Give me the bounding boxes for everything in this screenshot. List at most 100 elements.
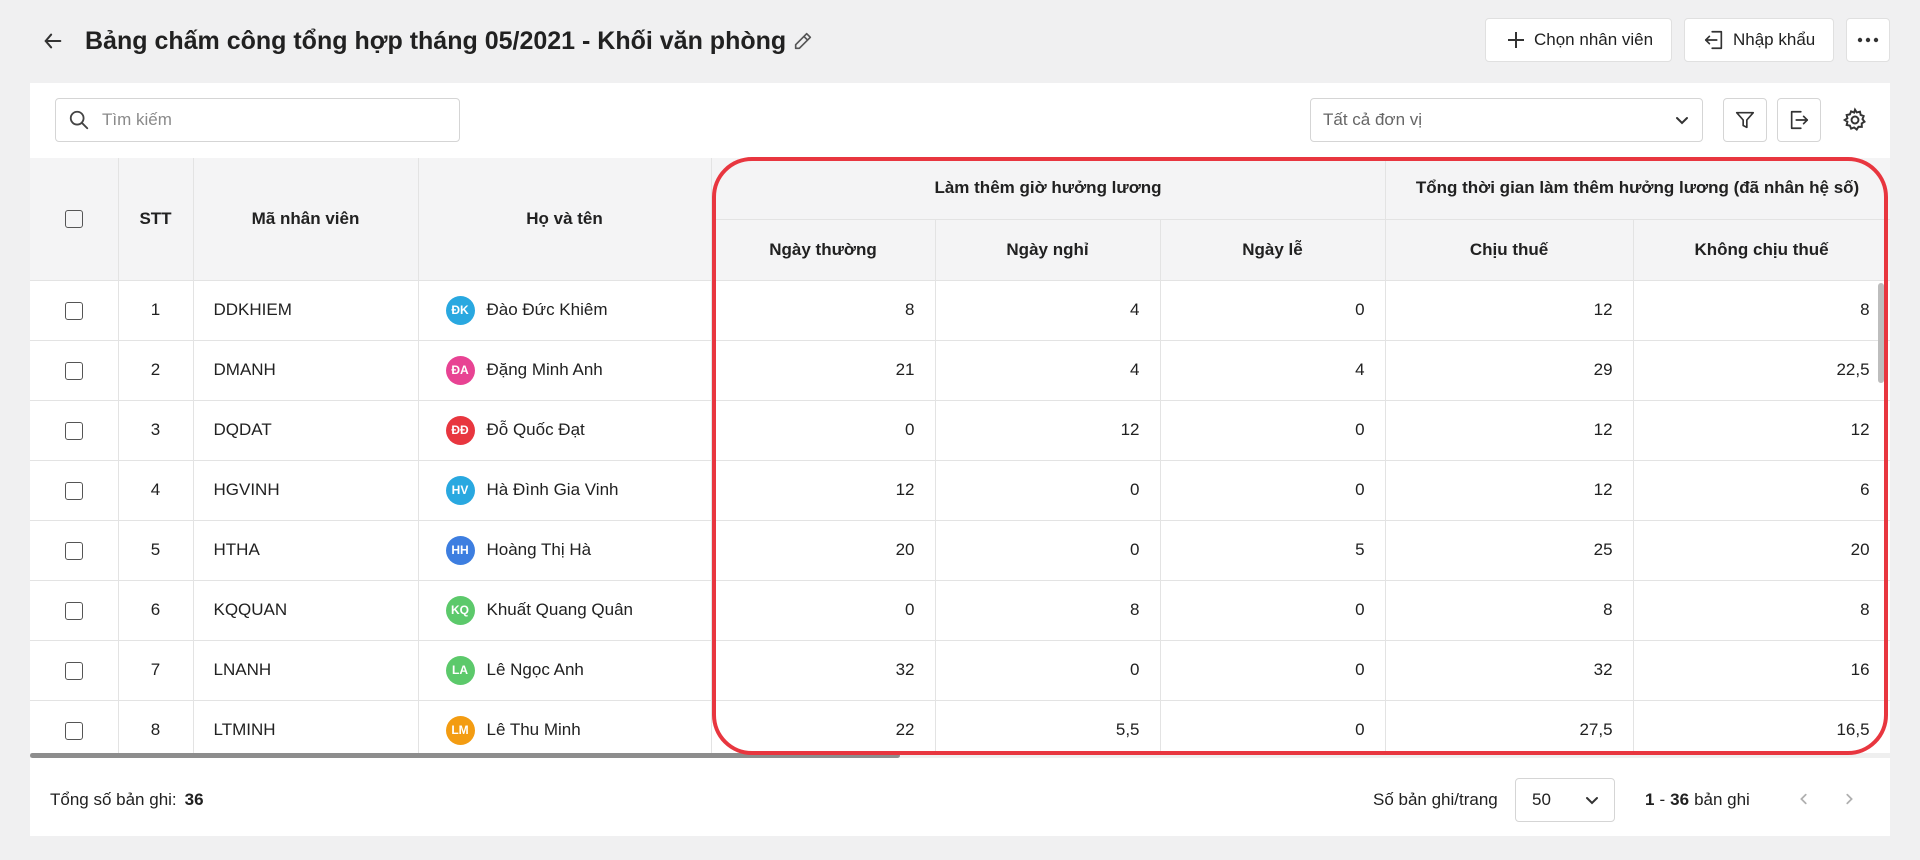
edit-title-button[interactable]	[790, 28, 816, 54]
avatar: LA	[445, 655, 475, 685]
table-row[interactable]: 4 HGVINH HV Hà Đình Gia Vinh 12 0 0 12 6	[30, 460, 1890, 521]
table-row[interactable]: 7 LNANH LA Lê Ngọc Anh 32 0 0 32 16	[30, 640, 1890, 701]
employee-name: Đào Đức Khiêm	[486, 300, 608, 319]
search-input[interactable]	[100, 109, 434, 131]
row-checkbox[interactable]	[64, 541, 83, 560]
pagination-footer: Tổng số bản ghi: 36 Số bản ghi/trang 50 …	[30, 763, 1890, 836]
row-checkbox[interactable]	[64, 421, 83, 440]
dayoff-cell: 0	[935, 520, 1161, 581]
horizontal-scrollbar[interactable]	[30, 753, 1890, 758]
col-header-taxable[interactable]: Chịu thuế	[1385, 219, 1634, 281]
employee-code-cell: HTHA	[193, 520, 419, 581]
employee-name: Đặng Minh Anh	[486, 360, 603, 379]
table-row[interactable]: 1 DDKHIEM ĐK Đào Đức Khiêm 8 4 0 12 8	[30, 280, 1890, 341]
filter-button[interactable]	[1723, 98, 1767, 142]
holiday-cell: 5	[1160, 520, 1386, 581]
select-all-header	[30, 158, 119, 281]
dayoff-cell: 0	[935, 640, 1161, 701]
vertical-scrollbar-thumb[interactable]	[1878, 283, 1884, 383]
pencil-icon	[794, 32, 812, 50]
import-label: Nhập khẩu	[1733, 30, 1816, 49]
weekday-cell: 32	[711, 640, 936, 701]
col-header-code[interactable]: Mã nhân viên	[193, 158, 419, 281]
back-button[interactable]	[38, 26, 68, 56]
search-box[interactable]	[55, 98, 460, 142]
holiday-cell: 0	[1160, 640, 1386, 701]
stt-cell: 2	[118, 340, 194, 401]
arrow-left-icon	[44, 33, 62, 49]
row-checkbox[interactable]	[64, 601, 83, 620]
choose-employee-label: Chọn nhân viên	[1534, 30, 1654, 49]
per-page-value: 50	[1532, 790, 1551, 809]
settings-button[interactable]	[1835, 100, 1875, 140]
per-page-label: Số bản ghi/trang	[1373, 789, 1498, 809]
row-checkbox[interactable]	[64, 361, 83, 380]
select-all-checkbox[interactable]	[64, 210, 83, 229]
col-header-stt[interactable]: STT	[118, 158, 194, 281]
employee-name: Hoàng Thị Hà	[486, 540, 592, 559]
prev-page-button[interactable]	[1790, 785, 1818, 813]
avatar: KQ	[445, 595, 475, 625]
col-header-dayoff[interactable]: Ngày nghỉ	[935, 219, 1161, 281]
choose-employee-button[interactable]: Chọn nhân viên	[1485, 18, 1672, 62]
weekday-cell: 0	[711, 400, 936, 461]
export-icon	[1790, 110, 1809, 130]
row-select-cell	[30, 340, 119, 401]
filter-icon	[1735, 111, 1755, 129]
table-row[interactable]: 5 HTHA HH Hoàng Thị Hà 20 0 5 25 20	[30, 520, 1890, 581]
range-start: 1	[1645, 789, 1655, 809]
taxable-cell: 25	[1385, 520, 1634, 581]
chevron-down-icon	[1586, 797, 1598, 805]
stt-cell: 5	[118, 520, 194, 581]
horizontal-scrollbar-thumb[interactable]	[30, 753, 900, 758]
row-select-cell	[30, 400, 119, 461]
taxable-cell: 27,5	[1385, 700, 1634, 756]
employee-code-cell: DMANH	[193, 340, 419, 401]
timesheet-grid: STT Mã nhân viên Họ và tên Làm thêm giờ …	[30, 158, 1890, 756]
next-page-button[interactable]	[1835, 785, 1863, 813]
col-header-holiday[interactable]: Ngày lễ	[1160, 219, 1386, 281]
employee-name: Hà Đình Gia Vinh	[486, 480, 619, 499]
weekday-cell: 20	[711, 520, 936, 581]
employee-name: Đỗ Quốc Đạt	[486, 420, 585, 439]
table-row[interactable]: 8 LTMINH LM Lê Thu Minh 22 5,5 0 27,5 16,…	[30, 700, 1890, 756]
total-records-value: 36	[184, 789, 204, 809]
row-checkbox[interactable]	[64, 301, 83, 320]
employee-code-cell: DDKHIEM	[193, 280, 419, 341]
weekday-cell: 21	[711, 340, 936, 401]
nontaxable-cell: 8	[1633, 580, 1890, 641]
table-row[interactable]: 2 DMANH ĐA Đặng Minh Anh 21 4 4 29 22,5	[30, 340, 1890, 401]
employee-name-cell: KQ Khuất Quang Quân	[418, 580, 712, 641]
row-select-cell	[30, 700, 119, 756]
table-row[interactable]: 3 DQDAT ĐĐ Đỗ Quốc Đạt 0 12 0 12 12	[30, 400, 1890, 461]
stt-cell: 4	[118, 460, 194, 521]
stt-cell: 6	[118, 580, 194, 641]
employee-name-cell: ĐĐ Đỗ Quốc Đạt	[418, 400, 712, 461]
range-end: 36	[1670, 789, 1690, 809]
record-range: 1-36 bản ghi	[1645, 789, 1750, 809]
weekday-cell: 8	[711, 280, 936, 341]
col-header-weekday[interactable]: Ngày thường	[711, 219, 936, 281]
col-header-name[interactable]: Họ và tên	[418, 158, 712, 281]
weekday-cell: 0	[711, 580, 936, 641]
per-page-select[interactable]: 50	[1515, 778, 1615, 822]
taxable-cell: 12	[1385, 460, 1634, 521]
more-options-button[interactable]	[1846, 18, 1890, 62]
employee-name: Lê Ngọc Anh	[486, 660, 584, 679]
employee-code-cell: KQQUAN	[193, 580, 419, 641]
dayoff-cell: 8	[935, 580, 1161, 641]
taxable-cell: 29	[1385, 340, 1634, 401]
row-checkbox[interactable]	[64, 481, 83, 500]
unit-filter-select[interactable]: Tất cả đơn vị	[1310, 98, 1703, 142]
export-button[interactable]	[1777, 98, 1821, 142]
row-checkbox[interactable]	[64, 661, 83, 680]
dayoff-cell: 4	[935, 280, 1161, 341]
row-checkbox[interactable]	[64, 721, 83, 740]
col-header-nontaxable[interactable]: Không chịu thuế	[1633, 219, 1890, 281]
employee-code-cell: HGVINH	[193, 460, 419, 521]
holiday-cell: 0	[1160, 460, 1386, 521]
col-group-total: Tổng thời gian làm thêm hưởng lương (đã …	[1385, 158, 1890, 220]
import-button[interactable]: Nhập khẩu	[1684, 18, 1834, 62]
table-row[interactable]: 6 KQQUAN KQ Khuất Quang Quân 0 8 0 8 8	[30, 580, 1890, 641]
holiday-cell: 0	[1160, 400, 1386, 461]
